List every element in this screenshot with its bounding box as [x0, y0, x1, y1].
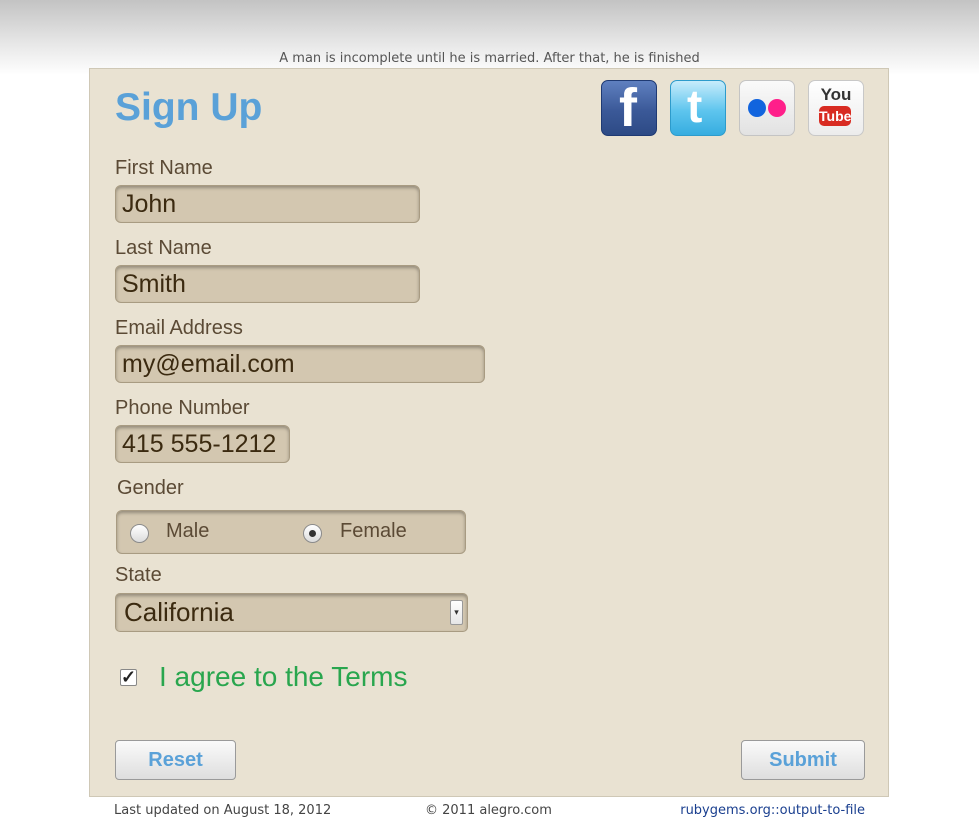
youtube-tube-text: Tube [819, 106, 852, 126]
chevron-down-icon[interactable]: ▾ [450, 600, 463, 625]
gender-radio-group: Male Female [116, 510, 466, 554]
rubygems-link[interactable]: rubygems.org::output-to-file [680, 804, 865, 817]
quote-text: A man is incomplete until he is married.… [279, 51, 700, 66]
last-updated-text: Last updated on August 18, 2012 [114, 803, 332, 818]
state-selected-value: California [124, 597, 234, 627]
facebook-glyph: f [619, 78, 637, 138]
radio-selected-dot [309, 530, 316, 537]
youtube-icon[interactable]: You Tube [808, 80, 864, 136]
gender-male-radio[interactable] [130, 524, 149, 543]
email-field[interactable]: my@email.com [115, 345, 485, 383]
terms-checkbox[interactable]: ✓ [120, 668, 137, 686]
twitter-glyph: t [687, 80, 703, 132]
reset-button[interactable]: Reset [115, 740, 236, 780]
submit-button[interactable]: Submit [741, 740, 865, 780]
twitter-icon[interactable]: t [670, 80, 726, 136]
signup-panel: Sign Up f t You Tube First Name John Las… [89, 68, 889, 797]
email-label: Email Address [115, 317, 243, 339]
first-name-field[interactable]: John [115, 185, 420, 223]
youtube-you-text: You [820, 85, 852, 104]
state-label: State [115, 564, 162, 586]
last-name-field[interactable]: Smith [115, 265, 420, 303]
phone-label: Phone Number [115, 397, 250, 419]
first-name-label: First Name [115, 157, 213, 179]
flickr-blue-dot [748, 99, 766, 117]
terms-label[interactable]: I agree to the Terms [159, 663, 408, 691]
page-title: Sign Up [115, 86, 263, 129]
flickr-icon[interactable] [739, 80, 795, 136]
last-name-label: Last Name [115, 237, 212, 259]
facebook-icon[interactable]: f [601, 80, 657, 136]
gender-label: Gender [117, 477, 184, 499]
phone-field[interactable]: 415 555-1212 [115, 425, 290, 463]
state-select[interactable]: California ▾ [115, 593, 468, 632]
gender-male-label: Male [166, 520, 210, 542]
copyright-text: © 2011 alegro.com [425, 803, 552, 818]
flickr-pink-dot [768, 99, 786, 117]
gender-female-label: Female [340, 520, 407, 542]
gender-female-radio[interactable] [303, 524, 322, 543]
